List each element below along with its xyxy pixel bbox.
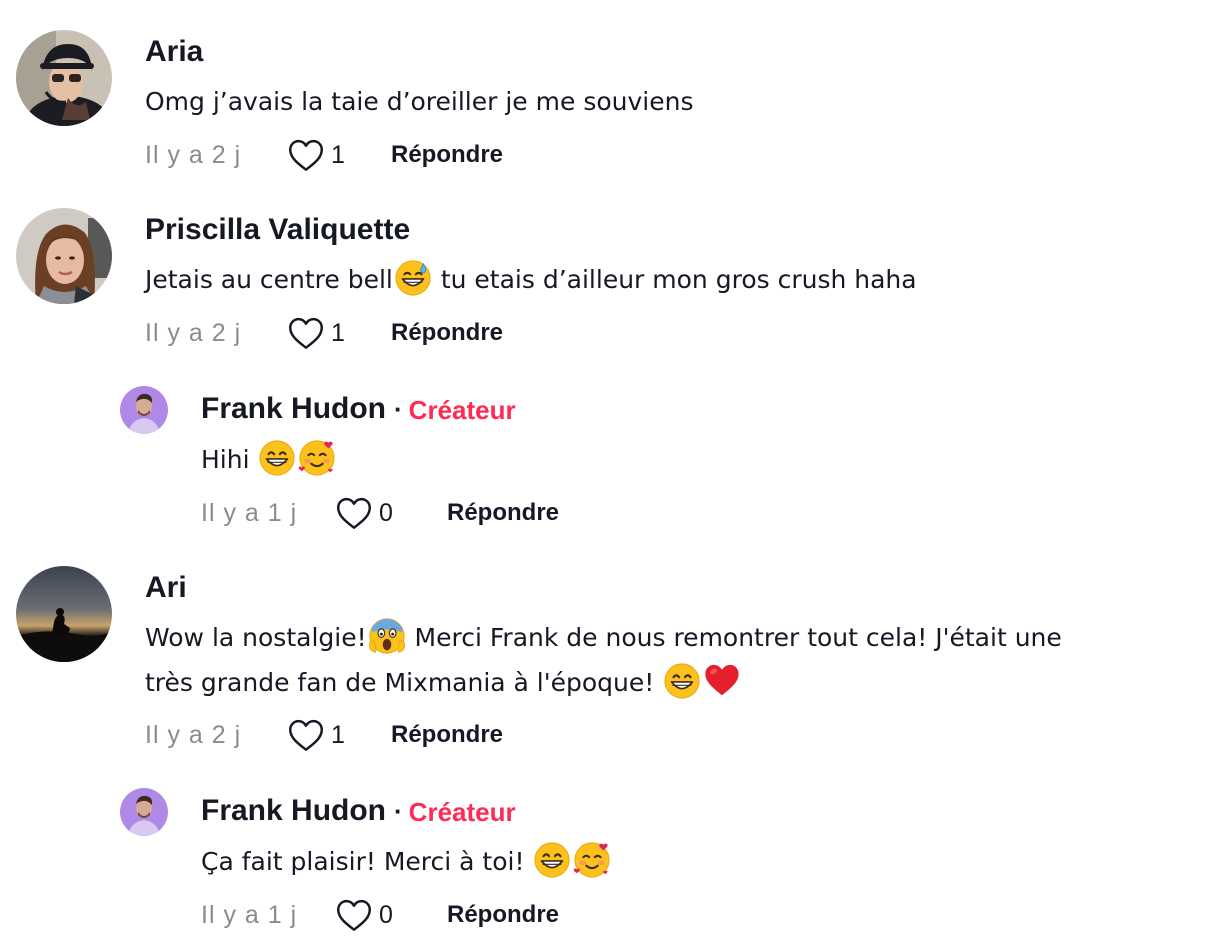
comment-text: Omg j’avais la taie d’oreiller je me sou… xyxy=(145,87,694,116)
like-count: 0 xyxy=(379,498,393,527)
comment-author[interactable]: Frank Hudon xyxy=(201,391,386,427)
reply-button[interactable]: Répondre xyxy=(391,319,503,347)
comment-text-line1: Wow la nostalgie! Merci Frank de nous re… xyxy=(145,615,1062,660)
comment-time: Il y a 2 j xyxy=(145,319,242,347)
comment-text-part: Wow la nostalgie! xyxy=(145,623,367,652)
like-button[interactable]: 1 xyxy=(287,315,345,351)
creator-badge: Créateur xyxy=(408,797,516,827)
avatar-frank-hudon[interactable] xyxy=(120,386,168,434)
like-count: 1 xyxy=(331,720,345,749)
beaming-face-emoji xyxy=(258,439,296,477)
heart-icon[interactable] xyxy=(287,138,325,172)
beaming-face-emoji xyxy=(533,841,571,879)
red-heart-emoji xyxy=(703,662,741,700)
like-count: 1 xyxy=(331,318,345,347)
smiling-hearts-emoji xyxy=(298,439,336,477)
reply-button[interactable]: Répondre xyxy=(391,721,503,749)
avatar-aria[interactable] xyxy=(16,30,112,126)
avatar-frank-hudon[interactable] xyxy=(120,788,168,836)
grinning-sweat-emoji xyxy=(394,259,432,297)
like-button[interactable]: 1 xyxy=(287,137,345,173)
comment-text-part: Merci Frank de nous remontrer tout cela!… xyxy=(406,623,1062,652)
smiling-hearts-emoji xyxy=(573,841,611,879)
comment-author[interactable]: Ari xyxy=(145,570,187,606)
screaming-face-emoji xyxy=(368,617,406,655)
comment-time: Il y a 2 j xyxy=(145,141,242,169)
heart-icon[interactable] xyxy=(335,496,373,530)
reply-button[interactable]: Répondre xyxy=(447,901,559,929)
comment-time: Il y a 1 j xyxy=(201,901,298,929)
comment-time: Il y a 1 j xyxy=(201,499,298,527)
reply-button[interactable]: Répondre xyxy=(391,141,503,169)
comment-text: Jetais au centre bell tu etais d’ailleur… xyxy=(145,257,917,302)
badge-separator: · xyxy=(394,796,403,826)
like-button[interactable]: 0 xyxy=(335,897,393,933)
comment-text-part: tu etais d’ailleur mon gros crush haha xyxy=(432,265,917,294)
comment-text-line2: très grande fan de Mixmania à l'époque! xyxy=(145,660,742,705)
reply-button[interactable]: Répondre xyxy=(447,499,559,527)
heart-icon[interactable] xyxy=(287,316,325,350)
comment-text: Hihi xyxy=(201,437,337,482)
comment-text-part: Hihi xyxy=(201,445,258,474)
like-count: 1 xyxy=(331,140,345,169)
avatar-ari[interactable] xyxy=(16,566,112,662)
comment-author[interactable]: Aria xyxy=(145,34,203,70)
creator-badge: Créateur xyxy=(408,395,516,425)
avatar-priscilla[interactable] xyxy=(16,208,112,304)
comment-text: Ça fait plaisir! Merci à toi! xyxy=(201,839,612,884)
heart-icon[interactable] xyxy=(287,718,325,752)
comment-time: Il y a 2 j xyxy=(145,721,242,749)
heart-icon[interactable] xyxy=(335,898,373,932)
comment-author[interactable]: Frank Hudon xyxy=(201,793,386,829)
reply-header: Frank Hudon · Créateur xyxy=(201,391,516,431)
comment-author[interactable]: Priscilla Valiquette xyxy=(145,212,410,248)
badge-separator: · xyxy=(394,394,403,424)
comment-text-part: Ça fait plaisir! Merci à toi! xyxy=(201,847,533,876)
comment-text-part: Jetais au centre bell xyxy=(145,265,393,294)
comment-text-part: très grande fan de Mixmania à l'époque! xyxy=(145,668,663,697)
reply-header: Frank Hudon · Créateur xyxy=(201,793,516,833)
like-count: 0 xyxy=(379,900,393,929)
like-button[interactable]: 0 xyxy=(335,495,393,531)
like-button[interactable]: 1 xyxy=(287,717,345,753)
beaming-face-emoji xyxy=(663,662,701,700)
